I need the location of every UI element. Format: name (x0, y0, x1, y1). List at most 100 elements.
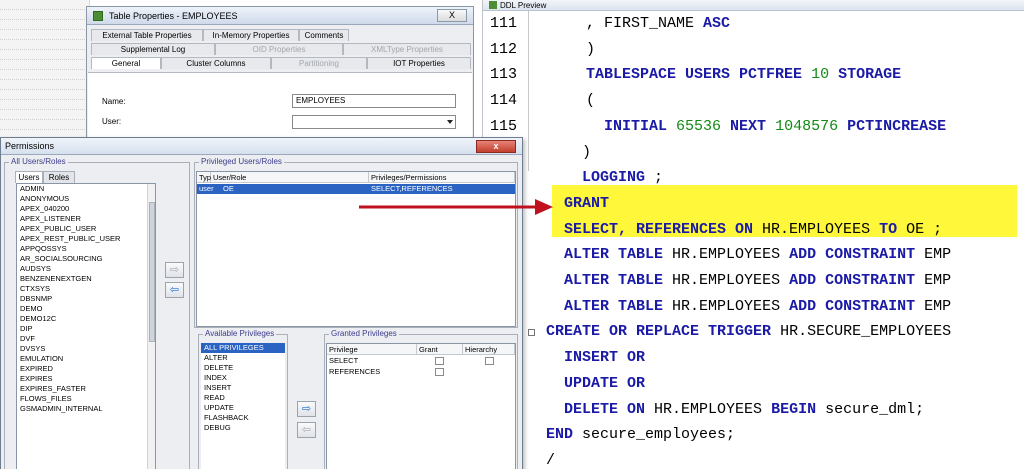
tab-xmltype-properties[interactable]: XMLType Properties (343, 43, 471, 55)
list-item[interactable]: DEMO12C (17, 314, 155, 324)
close-icon[interactable]: x (476, 140, 516, 153)
code-line[interactable]: DELETE ON HR.EMPLOYEES BEGIN secure_dml; (482, 397, 1024, 423)
list-item[interactable]: DEMO (17, 304, 155, 314)
list-item[interactable]: ADMIN (17, 184, 155, 194)
list-item[interactable]: DVF (17, 334, 155, 344)
list-item[interactable]: AUDSYS (17, 264, 155, 274)
hierarchy-checkbox[interactable] (485, 357, 494, 365)
list-item[interactable]: BENZENENEXTGEN (17, 274, 155, 284)
list-item[interactable]: APEX_040200 (17, 204, 155, 214)
tab-iot-properties[interactable]: IOT Properties (367, 57, 471, 69)
arrow-left-icon: ⇦ (169, 284, 180, 296)
table-row[interactable] (197, 184, 515, 194)
row-privs: SELECT,REFERENCES (371, 184, 453, 193)
list-item[interactable]: DEBUG (201, 423, 285, 433)
line-number: 113 (490, 66, 518, 84)
code-text: END secure_employees; (546, 426, 736, 444)
code-line[interactable]: 112 ) (482, 37, 1024, 63)
user-dropdown[interactable] (292, 115, 456, 129)
list-item[interactable]: CTXSYS (17, 284, 155, 294)
list-item[interactable]: ALTER (201, 353, 285, 363)
code-line[interactable]: 114 ( (482, 88, 1024, 114)
list-item[interactable]: EMULATION (17, 354, 155, 364)
tab-cluster-columns[interactable]: Cluster Columns (161, 57, 271, 69)
col-privileges[interactable]: Privileges/Permissions (369, 172, 515, 183)
list-item[interactable]: APPQOSSYS (17, 244, 155, 254)
col-hierarchy[interactable]: Hierarchy (463, 344, 515, 355)
name-label: Name: (102, 97, 126, 106)
col-grant[interactable]: Grant (417, 344, 463, 355)
list-item[interactable]: ANONYMOUS (17, 194, 155, 204)
code-text: , FIRST_NAME ASC (532, 15, 731, 32)
code-line[interactable]: / (482, 448, 1024, 469)
code-line[interactable]: 113 TABLESPACE USERS PCTFREE 10 STORAGE (482, 62, 1024, 88)
tab-general[interactable]: General (91, 57, 161, 69)
tab-supplemental-log[interactable]: Supplemental Log (91, 43, 215, 55)
code-line[interactable]: UPDATE OR (482, 371, 1024, 397)
users-scroll-thumb[interactable] (149, 202, 155, 342)
code-line[interactable]: ALTER TABLE HR.EMPLOYEES ADD CONSTRAINT … (482, 268, 1024, 294)
list-item[interactable]: APEX_LISTENER (17, 214, 155, 224)
code-text: CREATE OR REPLACE TRIGGER HR.SECURE_EMPL… (546, 323, 952, 341)
arrow-left-icon: ⇦ (301, 424, 312, 436)
tab-external-table-properties[interactable]: External Table Properties (91, 29, 203, 41)
code-text: SELECT, REFERENCES ON HR.EMPLOYEES TO OE… (564, 220, 943, 238)
code-line[interactable]: 115 INITIAL 65536 NEXT 1048576 PCTINCREA… (482, 114, 1024, 140)
list-item[interactable]: READ (201, 393, 285, 403)
list-item[interactable]: DBSNMP (17, 294, 155, 304)
list-item[interactable]: APEX_REST_PUBLIC_USER (17, 234, 155, 244)
tab-in-memory-properties[interactable]: In-Memory Properties (203, 29, 299, 41)
list-item[interactable]: INSERT (201, 383, 285, 393)
list-item[interactable]: INDEX (201, 373, 285, 383)
grant-right-button[interactable]: ⇨ (297, 401, 316, 417)
code-line[interactable]: INSERT OR (482, 345, 1024, 371)
code-line[interactable]: ALTER TABLE HR.EMPLOYEES ADD CONSTRAINT … (482, 242, 1024, 268)
users-list[interactable]: ADMIN ANONYMOUS APEX_040200 APEX_LISTENER AP… (16, 183, 156, 469)
tab-oid-properties[interactable]: OID Properties (215, 43, 343, 55)
tab-partitioning[interactable]: Partitioning (271, 57, 367, 69)
code-line[interactable]: GRANT (482, 191, 1024, 217)
code-line[interactable]: SELECT, REFERENCES ON HR.EMPLOYEES TO OE… (482, 217, 1024, 243)
grant-checkbox[interactable] (435, 368, 444, 376)
move-left-button[interactable]: ⇦ (165, 282, 184, 298)
list-item[interactable]: DELETE (201, 363, 285, 373)
list-item[interactable]: DIP (17, 324, 155, 334)
list-item[interactable]: AR_SOCIALSOURCING (17, 254, 155, 264)
col-type[interactable]: Type (197, 172, 215, 183)
list-item[interactable]: FLASHBACK (201, 413, 285, 423)
name-field[interactable]: EMPLOYEES (292, 94, 456, 108)
list-item[interactable]: APEX_PUBLIC_USER (17, 224, 155, 234)
close-icon[interactable]: X (437, 9, 467, 22)
tab-roles[interactable]: Roles (43, 171, 75, 183)
code-line[interactable]: CREATE OR REPLACE TRIGGER HR.SECURE_EMPL… (482, 319, 1024, 345)
grant-checkbox[interactable] (435, 357, 444, 365)
col-privilege[interactable]: Privilege (327, 344, 417, 355)
move-right-button[interactable]: ⇨ (165, 262, 184, 278)
list-item[interactable]: FLOWS_FILES (17, 394, 155, 404)
col-user-role[interactable]: User/Role (211, 172, 369, 183)
users-scrollbar[interactable] (147, 184, 155, 469)
tab-comments[interactable]: Comments (299, 29, 349, 41)
list-item[interactable]: GSMADMIN_INTERNAL (17, 404, 155, 414)
list-item[interactable]: ALL PRIVILEGES (201, 343, 285, 353)
code-line[interactable]: END secure_employees; (482, 422, 1024, 448)
code-line[interactable]: ALTER TABLE HR.EMPLOYEES ADD CONSTRAINT … (482, 294, 1024, 320)
list-item[interactable]: DVSYS (17, 344, 155, 354)
granted-privileges-grid[interactable]: Privilege Grant Hierarchy SELECT REFEREN… (326, 343, 516, 469)
list-item[interactable]: EXPIRES (17, 374, 155, 384)
annotation-arrow (359, 199, 553, 215)
fold-toggle[interactable] (528, 329, 535, 337)
available-privileges-list[interactable]: ALL PRIVILEGES ALTER DELETE INDEX INSERT READ… (201, 343, 285, 469)
permissions-title: Permissions (5, 141, 55, 151)
list-item[interactable]: EXPIRES_FASTER (17, 384, 155, 394)
list-item[interactable]: UPDATE (201, 403, 285, 413)
code-line[interactable]: ) (482, 140, 1024, 166)
table-properties-icon (93, 11, 103, 21)
code-line[interactable]: LOGGING ; (482, 165, 1024, 191)
granted-privileges-label: Granted Privileges (329, 329, 399, 339)
list-item[interactable]: EXPIRED (17, 364, 155, 374)
grant-left-button[interactable]: ⇦ (297, 422, 316, 438)
code-line[interactable]: 111 , FIRST_NAME ASC (482, 11, 1024, 37)
tab-users[interactable]: Users (15, 171, 43, 183)
code-text: LOGGING ; (582, 169, 664, 187)
